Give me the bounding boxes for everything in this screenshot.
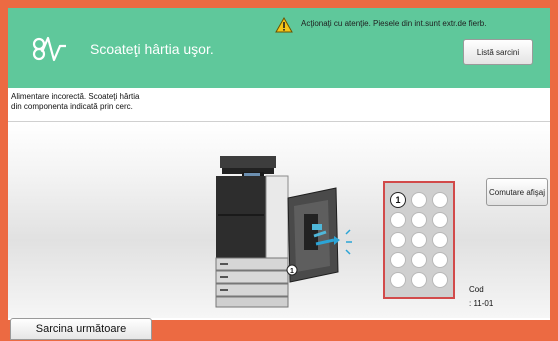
location-dot	[432, 212, 448, 228]
job-list-button[interactable]: Listă sarcini	[463, 39, 533, 65]
next-job-button[interactable]: Sarcina următoare	[10, 318, 152, 340]
location-dot	[390, 212, 406, 228]
code-label: Cod	[469, 285, 484, 294]
location-dot	[411, 252, 427, 268]
divider	[8, 121, 550, 122]
location-dot	[411, 232, 427, 248]
panel-location-marker: 1	[395, 195, 401, 205]
location-dot	[390, 272, 406, 288]
jam-location-panel: 1	[383, 181, 455, 299]
location-dot	[390, 232, 406, 248]
switch-display-button[interactable]: Comutare afişaj	[486, 178, 548, 206]
location-dot	[432, 192, 448, 208]
main-screen: Scoateţi hârtia uşor. Acţionaţi cu atenţ…	[8, 8, 550, 320]
code-value: : 11-01	[469, 299, 494, 308]
jam-instruction-message: Alimentare incorectă. Scoateţi hârtia di…	[11, 92, 271, 112]
location-dot	[432, 272, 448, 288]
warning-triangle-icon	[275, 17, 293, 33]
page-title: Scoateţi hârtia uşor.	[90, 41, 214, 57]
location-dot	[432, 232, 448, 248]
location-dot	[390, 252, 406, 268]
location-dot-1: 1	[390, 192, 406, 208]
location-dot	[432, 252, 448, 268]
printer-illustration: 1	[215, 156, 352, 308]
message-line-2: din componenta indicată prin cerc.	[11, 102, 133, 111]
location-dot	[411, 272, 427, 288]
location-dot	[411, 212, 427, 228]
location-dot	[411, 192, 427, 208]
header-bar: Scoateţi hârtia uşor. Acţionaţi cu atenţ…	[8, 8, 550, 88]
paper-jam-wave-icon	[32, 36, 66, 62]
hot-parts-warning: Acţionaţi cu atenţie. Piesele din int.su…	[301, 19, 487, 28]
machine-location-marker: 1	[290, 268, 294, 275]
message-line-1: Alimentare incorectă. Scoateţi hârtia	[11, 92, 140, 101]
